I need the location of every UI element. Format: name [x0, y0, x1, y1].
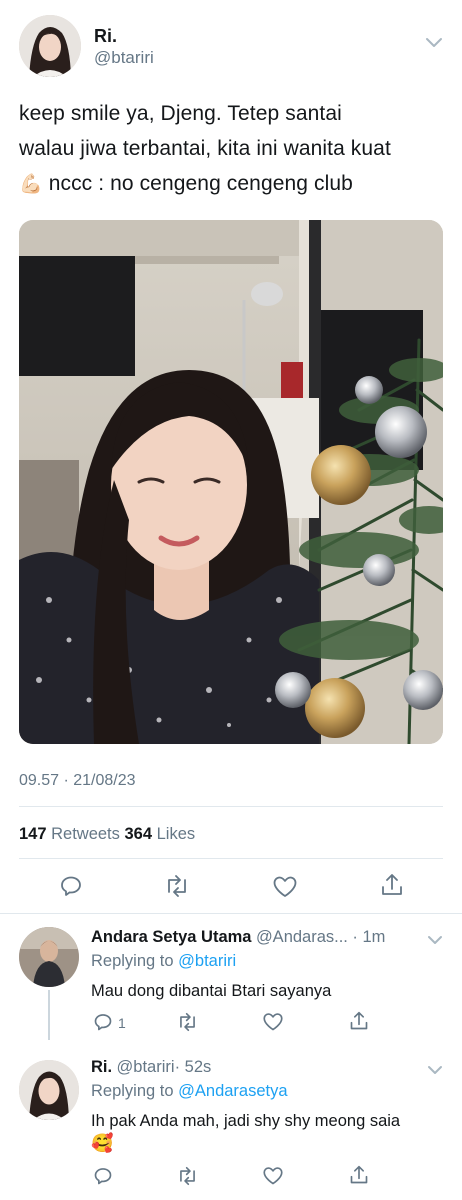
reply-icon[interactable] — [93, 1012, 113, 1032]
retweet-icon[interactable] — [176, 1012, 199, 1032]
author-name[interactable]: Ri. — [94, 26, 117, 47]
divider — [19, 806, 443, 807]
reply-author-name[interactable]: Ri. — [91, 1058, 112, 1076]
tweet-text-line: keep smile ya, Djeng. Tetep santai — [19, 102, 342, 125]
flexed-biceps-emoji: 💪🏻 — [19, 174, 43, 195]
tweet-timestamp[interactable]: 09.57 · 21/08/23 — [19, 772, 136, 790]
heart-icon[interactable] — [272, 875, 298, 899]
reply-text: Ih pak Anda mah, jadi shy shy meong saia — [91, 1112, 401, 1130]
replying-to-link[interactable]: @btariri — [178, 952, 236, 970]
share-icon[interactable] — [349, 1164, 369, 1186]
reply-author-handle[interactable]: @Andaras... — [256, 928, 348, 946]
chevron-down-icon[interactable] — [425, 36, 443, 54]
replying-to-link[interactable]: @Andarasetya — [178, 1082, 287, 1100]
retweets-count[interactable]: 147 — [19, 825, 47, 843]
retweets-label[interactable]: Retweets — [47, 825, 125, 843]
heart-icon[interactable] — [262, 1012, 284, 1032]
tweet-photo[interactable] — [19, 220, 443, 744]
divider — [0, 913, 462, 914]
share-icon[interactable] — [380, 872, 404, 898]
reply-avatar[interactable] — [19, 1060, 79, 1120]
reply-text: Mau dong dibantai Btari sayanya — [91, 982, 332, 1000]
reply-time: · 1m — [352, 928, 386, 946]
smiling-face-hearts-emoji: 🥰 — [91, 1133, 114, 1153]
reply-time: · 52s — [174, 1058, 212, 1076]
likes-label[interactable]: Likes — [152, 825, 196, 843]
reply-avatar[interactable] — [19, 927, 79, 987]
replying-to: Replying to @Andarasetya — [91, 1082, 288, 1100]
replying-to: Replying to @btariri — [91, 952, 237, 970]
tweet-text: keep smile ya, Djeng. Tetep santai walau… — [19, 96, 449, 202]
thread-line — [48, 990, 50, 1040]
reply-header: Ri. @btariri· 52s — [91, 1058, 211, 1077]
tweet-text-line: 💪🏻 nccc : no cengeng cengeng club — [19, 172, 353, 195]
share-icon[interactable] — [349, 1010, 369, 1032]
divider — [19, 858, 443, 859]
reply-header: Andara Setya Utama @Andaras... · 1m — [91, 928, 385, 947]
author-avatar[interactable] — [19, 15, 81, 77]
reply-icon[interactable] — [59, 874, 83, 898]
author-handle[interactable]: @btariri — [94, 48, 154, 68]
likes-count[interactable]: 364 — [124, 825, 152, 843]
reply-icon[interactable] — [93, 1166, 113, 1186]
tweet-stats: 147 Retweets 364 Likes — [19, 825, 195, 844]
retweet-icon[interactable] — [176, 1166, 199, 1186]
tweet-text-line: walau jiwa terbantai, kita ini wanita ku… — [19, 137, 391, 160]
reply-author-handle[interactable]: @btariri — [117, 1058, 175, 1076]
heart-icon[interactable] — [262, 1166, 284, 1186]
chevron-down-icon[interactable] — [427, 932, 443, 950]
reply-count: 1 — [118, 1015, 126, 1031]
reply-author-name[interactable]: Andara Setya Utama — [91, 928, 251, 946]
retweet-icon[interactable] — [163, 874, 191, 898]
chevron-down-icon[interactable] — [427, 1062, 443, 1080]
